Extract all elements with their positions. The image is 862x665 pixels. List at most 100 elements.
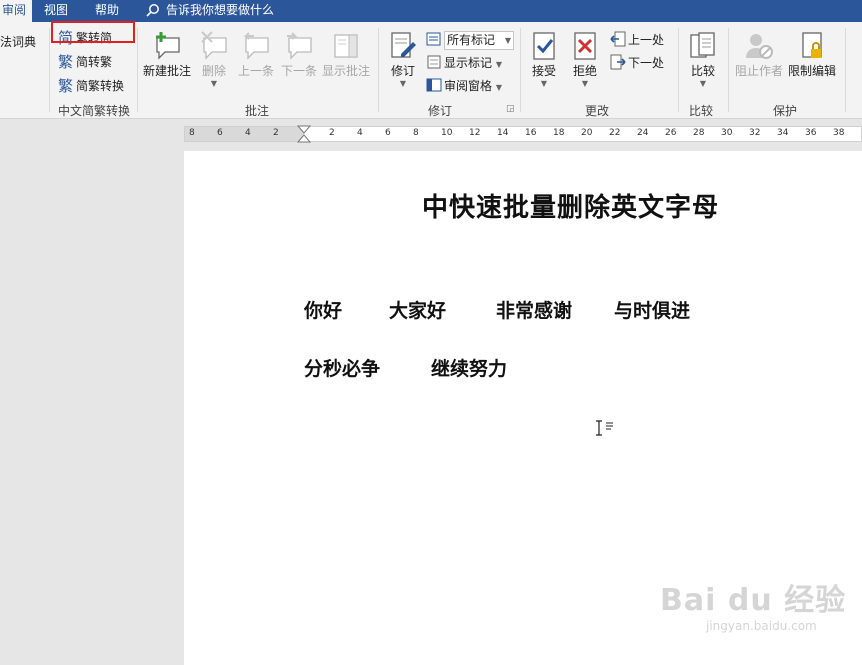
ruler-tick-label: 6 [217,128,223,138]
next-comment-label: 下一条 [280,64,317,78]
show-comments-button[interactable]: 显示批注 [320,30,372,79]
compare-label: 比较 [690,64,715,78]
convert-icon: 繁 [58,77,74,95]
ruler-tick-label: 14 [497,128,509,138]
previous-comment-label: 上一条 [237,64,274,78]
chevron-down-icon: ▼ [504,36,511,45]
ruler-tick-label: 8 [413,128,419,138]
show-markup-label: 显示标记 [444,56,493,70]
chevron-down-icon: ▼ [581,79,589,88]
show-markup-button[interactable]: 显示标记 ▼ [426,53,502,73]
ribbon-tab-bar: 审阅 视图 帮助 告诉我你想要做什么 [0,0,862,22]
ruler-tick-label: 10 [441,128,453,138]
delete-comment-button[interactable]: 删除 ▼ [196,30,232,88]
next-comment-icon [287,32,312,60]
ruler-tick-label: 30 [721,128,733,138]
next-comment-button[interactable]: 下一条 [279,30,319,79]
tell-me-box[interactable]: 告诉我你想要做什么 [146,0,274,22]
reviewing-pane-icon [426,77,442,93]
chevron-down-icon: ▼ [699,79,707,88]
tab-help[interactable]: 帮助 [95,0,119,22]
markup-select-value: 所有标记 [447,33,496,47]
document-word: 分秒必争 [304,358,381,380]
next-change-button[interactable]: 下一处 [610,53,664,73]
ruler-tick-label: 32 [749,128,761,138]
document-title: 中快速批量删除英文字母 [422,193,720,223]
ruler-tick-label: 38 [833,128,845,138]
reject-button[interactable]: 拒绝 ▼ [569,30,601,88]
ruler-tick-label: 24 [637,128,649,138]
document-word: 非常感谢 [496,300,573,322]
svg-text:繁: 繁 [58,53,73,69]
chevron-down-icon: ▼ [210,79,218,88]
track-changes-button[interactable]: 修订 ▼ [386,30,420,88]
show-comments-label: 显示批注 [321,64,370,78]
indent-marker-icon[interactable] [297,125,311,143]
group-separator [378,28,379,112]
previous-comment-button[interactable]: 上一条 [236,30,276,79]
previous-change-button[interactable]: 上一处 [610,30,664,50]
block-authors-icon [746,34,773,59]
compare-button[interactable]: 比较 ▼ [686,30,720,88]
group-label-protect: 保护 [773,104,798,118]
ruler-tick-label: 8 [189,128,195,138]
ruler-tick-label: 36 [805,128,817,138]
simp-to-trad-button[interactable]: 繁简转繁 [58,52,112,72]
ruler-tick-label: 34 [777,128,789,138]
reviewing-pane-label: 审阅窗格 [444,79,493,93]
compare-icon [690,32,715,58]
delete-comment-label: 删除 [201,64,226,78]
ruler-tick-label: 18 [553,128,565,138]
highlight-box [51,21,135,43]
dialog-launcher-icon[interactable]: ◲ [506,104,515,114]
reject-label: 拒绝 [572,64,597,78]
tab-review[interactable]: 审阅 [0,0,32,22]
watermark-url: jingyan.baidu.com [706,619,817,633]
convert-button[interactable]: 繁简繁转换 [58,76,124,96]
group-separator [678,28,679,112]
ruler-tick-label: 2 [329,128,335,138]
dictionary-button[interactable]: 法词典 [0,32,36,52]
watermark-brand: Bai du 经验 [660,583,847,618]
chevron-down-icon: ▼ [540,79,548,88]
restrict-editing-label: 限制编辑 [787,64,836,78]
document-word: 与时俱进 [614,300,691,322]
show-comments-icon [334,34,358,58]
group-label-chinese-conversion: 中文简繁转换 [58,104,131,118]
ruler-tick-label: 6 [385,128,391,138]
reject-icon [574,32,596,60]
ruler-tick-label: 26 [665,128,677,138]
chevron-down-icon: ▼ [399,79,407,88]
accept-label: 接受 [531,64,556,78]
convert-label: 简繁转换 [76,79,125,93]
show-markup-icon [426,54,442,70]
group-separator [520,28,521,112]
markup-dropdown[interactable]: 所有标记 ▼ [426,30,514,50]
ruler-tick-label: 22 [609,128,621,138]
tab-view[interactable]: 视图 [44,0,68,22]
block-authors-button[interactable]: 阻止作者 [733,30,785,79]
group-label-compare: 比较 [689,104,714,118]
group-separator [845,28,846,112]
accept-icon [533,32,555,60]
previous-change-icon [610,31,626,47]
group-separator [728,28,729,112]
track-changes-label: 修订 [390,64,415,78]
new-comment-icon [156,32,180,60]
reviewing-pane-button[interactable]: 审阅窗格 ▼ [426,76,502,96]
ruler-tick-label: 16 [525,128,537,138]
ruler-tick-label: 4 [357,128,363,138]
svg-text:繁: 繁 [58,77,73,93]
group-separator [49,28,50,112]
ruler-tick-label: 2 [273,128,279,138]
accept-button[interactable]: 接受 ▼ [528,30,560,88]
group-label-changes: 更改 [585,104,610,118]
search-icon [146,4,159,17]
new-comment-button[interactable]: 新建批注 [141,30,193,79]
markup-select[interactable]: 所有标记 ▼ [444,31,514,50]
simp-to-trad-label: 简转繁 [76,55,113,69]
ruler-tick-label: 12 [469,128,481,138]
group-label-tracking: 修订 [428,104,453,118]
tell-me-text: 告诉我你想要做什么 [166,3,275,17]
restrict-editing-button[interactable]: 限制编辑 [787,30,837,79]
